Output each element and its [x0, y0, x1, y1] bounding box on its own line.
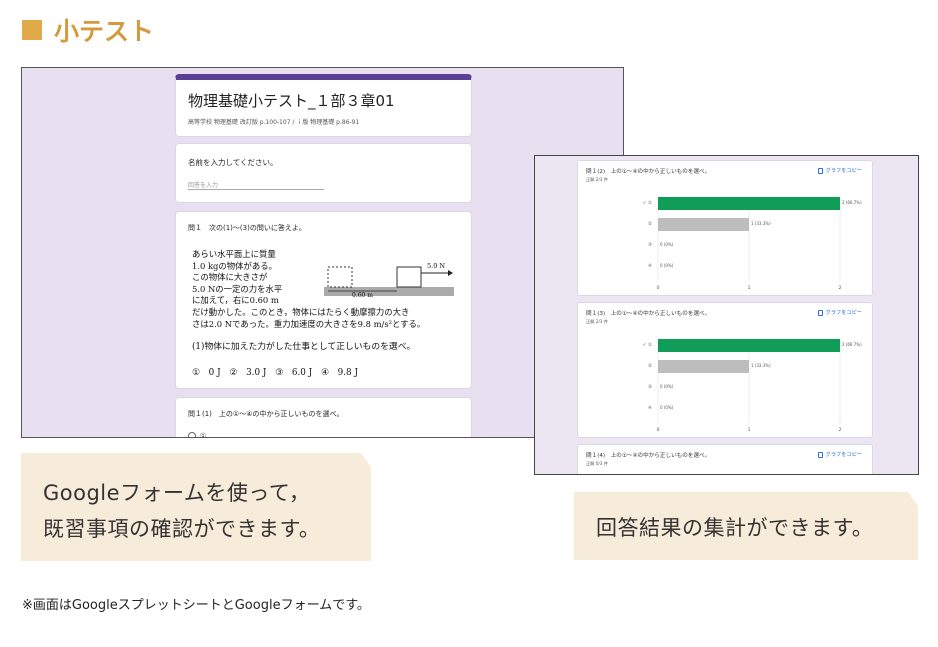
- caption-results: 回答結果の集計ができます。: [574, 492, 918, 560]
- bar: [658, 218, 749, 231]
- data-label: 2 (66.7%): [842, 200, 862, 205]
- question-2-card: 問１(1) 上の①〜④の中から正しいものを選べ。 ①: [175, 397, 472, 438]
- body-line: だけ動かした。このとき，物体にはたらく動摩擦力の大き: [192, 306, 410, 317]
- question-1-card: 問１ 次の(1)〜(3)の問いに答えよ。 あらい水平面上に質量 1.0 kgの物…: [175, 211, 472, 389]
- category-label: ③: [648, 242, 652, 248]
- x-tick-label: 2: [839, 285, 842, 291]
- data-label: 0 (0%): [660, 384, 674, 389]
- copy-graph-label: グラフをコピー: [825, 452, 862, 458]
- body-line: さは2.0 Nであった。重力加速度の大きさを9.8 m/s²とする。: [192, 318, 426, 329]
- force-arrow-head: [448, 270, 453, 276]
- result-chart: 0 1 2 ✓ ① 2 (66.7%) ② 1 (33.3%) ③ 0 (0%) ④ 0 (0%): [643, 339, 862, 433]
- sub-question-1: (1)物体に加えた力がした仕事として正しいものを選べ。: [192, 342, 416, 352]
- radio-icon[interactable]: [188, 432, 196, 437]
- bar: [658, 197, 840, 210]
- x-tick-label: 1: [748, 285, 751, 291]
- result-chart: 0 1 2 ✓ ① 2 (66.7%) ② 1 (33.3%) ③ 0 (0%) ④ 0 (0%): [643, 197, 862, 291]
- category-label: ②: [648, 363, 652, 369]
- x-tick-label: 1: [748, 427, 751, 433]
- block-end: [396, 266, 422, 288]
- category-label: ✓ ①: [643, 200, 652, 206]
- caption-line: 回答結果の集計ができます。: [596, 516, 874, 540]
- header-square-icon: [22, 20, 42, 40]
- result-card-2: 問１(3) 上の①〜④の中から正しいものを選べ。 正解 2/3 件 グラフをコピ…: [577, 302, 873, 438]
- result-card-3: 問１(4) 上の①〜④の中から正しいものを選べ。 正解 0/3 件 グラフをコピ…: [577, 444, 873, 474]
- choice-list: ① 0 J ② 3.0 J ③ 6.0 J ④ 9.8 J: [192, 368, 358, 378]
- force-label: 5.0 N: [427, 262, 445, 270]
- bar: [658, 360, 749, 373]
- rough-surface: [324, 287, 454, 296]
- category-label: ③: [648, 384, 652, 390]
- question-2-heading: 問１(1) 上の①〜④の中から正しいものを選べ。: [188, 410, 344, 418]
- section-header: 小テスト: [22, 12, 154, 48]
- category-label: ✓ ①: [643, 342, 652, 348]
- block-start: [327, 266, 353, 288]
- footnote: ※画面はGoogleスプレットシートとGoogleフォームです。: [22, 598, 370, 613]
- data-label: 0 (0%): [660, 263, 674, 268]
- result-card-1: 問１(2) 上の①〜④の中から正しいものを選べ。 正解 2/3 件 グラフをコピ…: [577, 160, 873, 296]
- bar: [658, 339, 840, 352]
- category-label: ④: [648, 405, 652, 411]
- copy-graph-button[interactable]: グラフをコピー: [817, 451, 862, 458]
- option-row[interactable]: ①: [188, 432, 207, 438]
- physics-diagram: 5.0 N 0.60 m: [324, 262, 454, 299]
- data-label: 1 (33.3%): [751, 221, 771, 226]
- x-tick-label: 2: [839, 427, 842, 433]
- question-1-heading: 問１ 次の(1)〜(3)の問いに答えよ。: [188, 224, 306, 232]
- data-label: 0 (0%): [660, 242, 674, 247]
- data-label: 1 (33.3%): [751, 363, 771, 368]
- copy-icon: [817, 451, 823, 458]
- option-label: ①: [200, 432, 207, 438]
- result-question: 問１(4) 上の①〜④の中から正しいものを選べ。: [586, 453, 711, 459]
- caption-line: 既習事項の確認ができます。: [43, 517, 321, 541]
- caption-line: Googleフォームを使って，: [43, 481, 311, 505]
- x-tick-label: 0: [657, 285, 660, 291]
- category-label: ④: [648, 263, 652, 269]
- x-tick-label: 0: [657, 427, 660, 433]
- name-question: 名前を入力してください。: [188, 158, 278, 167]
- distance-label: 0.60 m: [352, 292, 373, 299]
- section-title: 小テスト: [54, 17, 155, 46]
- correct-count: 正解 0/3 件: [586, 461, 608, 466]
- category-label: ②: [648, 221, 652, 227]
- results-screenshot: 問１(2) 上の①〜④の中から正しいものを選べ。 正解 2/3 件 グラフをコピ…: [534, 155, 919, 475]
- name-input[interactable]: 回答を入力: [188, 178, 324, 190]
- data-label: 0 (0%): [660, 405, 674, 410]
- form-title: 物理基礎小テスト_１部３章01: [188, 92, 395, 110]
- name-question-card: 名前を入力してください。 回答を入力: [175, 143, 472, 203]
- caption-form: Googleフォームを使って， 既習事項の確認ができます。: [21, 453, 371, 561]
- data-label: 2 (66.7%): [842, 342, 862, 347]
- form-subtitle: 高等学校 物理基礎 改訂版 p.100-107 / ｉ版 物理基礎 p.86-9…: [188, 119, 360, 126]
- form-title-card: 物理基礎小テスト_１部３章01 高等学校 物理基礎 改訂版 p.100-107 …: [175, 74, 472, 137]
